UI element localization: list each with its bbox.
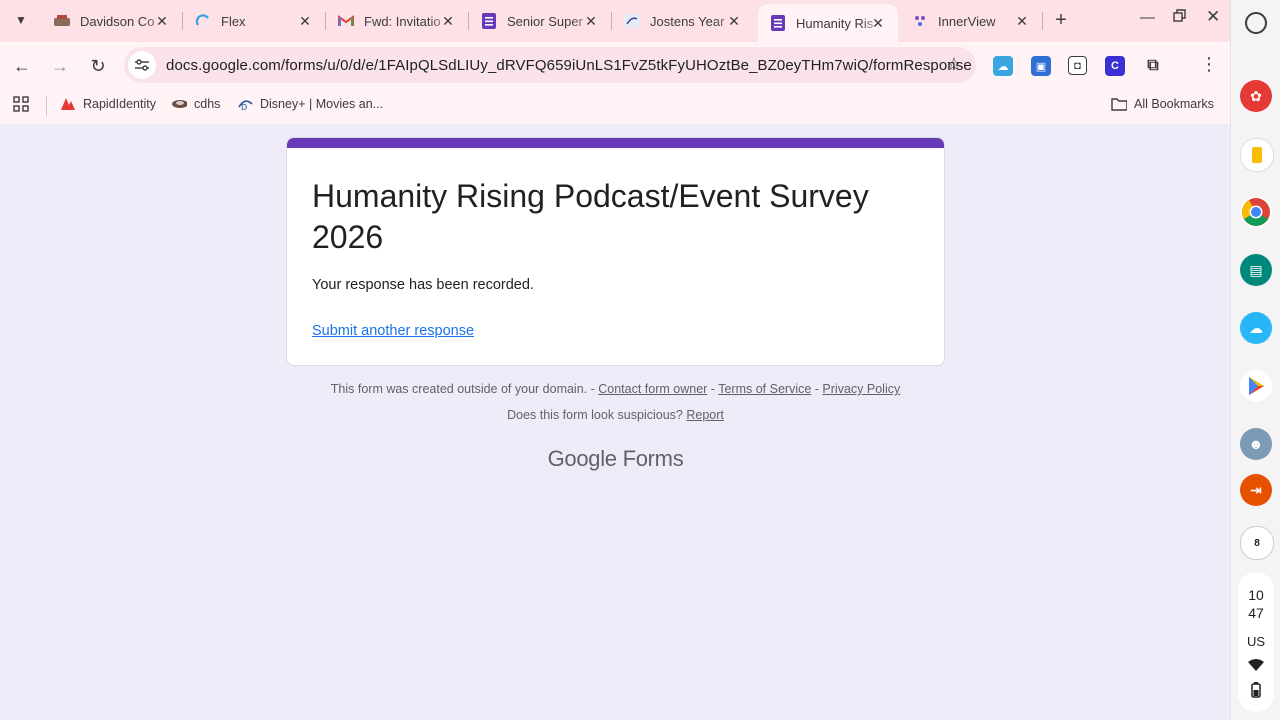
cloud-app-icon[interactable]: ☁ [1240,312,1272,344]
bookmark-star-icon[interactable]: ☆ [946,54,962,75]
suspicious-notice: Does this form look suspicious? Report [286,408,945,422]
bookmark-cdhs[interactable]: cdhs [171,96,220,112]
rapididentity-icon [60,96,76,112]
google-wordmark: Google [547,446,617,471]
jostens-icon [624,13,640,29]
tab-senior-super[interactable]: Senior Super ✕ [469,6,611,36]
reload-icon[interactable]: ↻ [86,54,110,78]
new-tab-plus-icon[interactable]: + [1050,9,1072,32]
footer-separator: - [811,382,823,396]
forward-arrow-icon[interactable]: → [48,54,72,78]
bookmark-disney[interactable]: D Disney+ | Movies an... [237,96,383,112]
google-forms-logo[interactable]: Google Forms [286,446,945,472]
tab-flex[interactable]: Flex ✕ [183,6,325,36]
chrome-app-icon[interactable] [1240,196,1272,228]
browser-chrome: ▼ Davidson Co ✕ Flex ✕ Fwd: Invitatio ✕ … [0,0,1230,124]
browser-toolbar: ← → ↻ docs.google.com/forms/u/0/d/e/1FAI… [0,42,1230,90]
bookmarks-divider [46,96,47,116]
address-bar[interactable]: docs.google.com/forms/u/0/d/e/1FAIpQLSdL… [124,47,976,83]
tab-divider [1042,12,1043,30]
keep-app-icon[interactable] [1240,138,1274,172]
contact-form-owner-link[interactable]: Contact form owner [598,382,707,396]
submit-another-response-link[interactable]: Submit another response [312,323,474,339]
menu-kebab-icon[interactable]: ⋮ [1200,54,1218,75]
close-tab-icon[interactable]: ✕ [870,15,886,32]
clock-minute: 47 [1248,605,1264,621]
flex-icon [195,13,211,29]
disney-icon: D [237,96,253,112]
screen-extension-icon[interactable]: ▣ [1031,56,1051,76]
report-link[interactable]: Report [686,408,724,422]
system-tray[interactable]: 10 47 US [1238,572,1274,712]
forms-icon [770,15,786,31]
bookmark-label: RapidIdentity [83,97,156,111]
url-text[interactable]: docs.google.com/forms/u/0/d/e/1FAIpQLSdL… [166,57,972,74]
form-accent-bar [287,138,944,148]
bookmarks-bar: RapidIdentity cdhs D Disney+ | Movies an… [0,90,1230,124]
c-extension-icon[interactable]: C [1105,56,1125,76]
tab-jostens[interactable]: Jostens Year ✕ [612,6,754,36]
back-arrow-icon[interactable]: ← [10,54,34,78]
davidson-logo-icon [54,13,70,29]
minimize-icon[interactable]: — [1140,9,1155,26]
tab-strip: ▼ Davidson Co ✕ Flex ✕ Fwd: Invitatio ✕ … [0,0,1230,42]
tab-innerview[interactable]: InnerView ✕ [900,6,1042,36]
input-locale: US [1246,634,1266,649]
suspicious-text: Does this form look suspicious? [507,408,683,422]
terms-of-service-link[interactable]: Terms of Service [718,382,811,396]
user-avatar-icon[interactable]: ☻ [1240,428,1272,460]
close-tab-icon[interactable]: ✕ [726,13,742,30]
palette-app-icon[interactable]: ✿ [1240,80,1272,112]
tab-search-chevron-icon[interactable]: ▼ [8,7,34,33]
exit-app-icon[interactable]: ⇥ [1240,474,1272,506]
extensions-puzzle-icon[interactable]: ⧉ [1143,56,1163,76]
close-tab-icon[interactable]: ✕ [297,13,313,30]
battery-icon [1238,682,1274,701]
folder-icon [1111,96,1127,112]
svg-text:D: D [241,103,247,111]
apps-grid-icon[interactable] [13,96,29,112]
lock-extension-icon[interactable]: ◘ [1068,56,1087,75]
close-window-icon[interactable]: ✕ [1206,7,1220,27]
clock-hour: 10 [1248,587,1264,603]
cloud-extension-icon[interactable]: ☁ [993,56,1013,76]
privacy-policy-link[interactable]: Privacy Policy [822,382,900,396]
play-store-icon[interactable] [1240,370,1272,402]
domain-notice: This form was created outside of your do… [286,382,945,396]
calendar-app-icon[interactable]: 8 [1240,526,1274,560]
footer-separator: - [707,382,719,396]
innerview-icon [912,13,928,29]
form-confirmation-card: Humanity Rising Podcast/Event Survey 202… [286,137,945,366]
bookmark-label: cdhs [194,97,221,111]
forms-wordmark: Forms [622,446,684,471]
gmail-icon [338,13,354,29]
close-tab-icon[interactable]: ✕ [583,13,599,30]
restore-icon[interactable] [1173,9,1187,27]
close-tab-icon[interactable]: ✕ [154,13,170,30]
tab-davidson[interactable]: Davidson Co ✕ [42,6,182,36]
classroom-app-icon[interactable]: ▤ [1240,254,1272,286]
all-bookmarks-label: All Bookmarks [1134,97,1214,111]
tab-gmail[interactable]: Fwd: Invitatio ✕ [326,6,468,36]
bookmark-label: Disney+ | Movies an... [260,97,384,111]
launcher-circle-icon[interactable] [1245,12,1267,34]
site-settings-icon[interactable] [128,51,156,79]
footer-separator: - [587,382,599,396]
forms-icon [481,13,497,29]
cdhs-icon [171,96,187,112]
close-tab-icon[interactable]: ✕ [440,13,456,30]
wifi-icon [1238,658,1274,674]
tab-humanity-rising[interactable]: Humanity Ris ✕ [758,4,898,42]
domain-notice-text: This form was created outside of your do… [330,382,588,396]
close-tab-icon[interactable]: ✕ [1014,13,1030,30]
confirmation-message: Your response has been recorded. [312,277,534,293]
form-title: Humanity Rising Podcast/Event Survey 202… [312,178,869,255]
bookmark-rapididentity[interactable]: RapidIdentity [60,96,156,112]
all-bookmarks-button[interactable]: All Bookmarks [1111,96,1214,112]
